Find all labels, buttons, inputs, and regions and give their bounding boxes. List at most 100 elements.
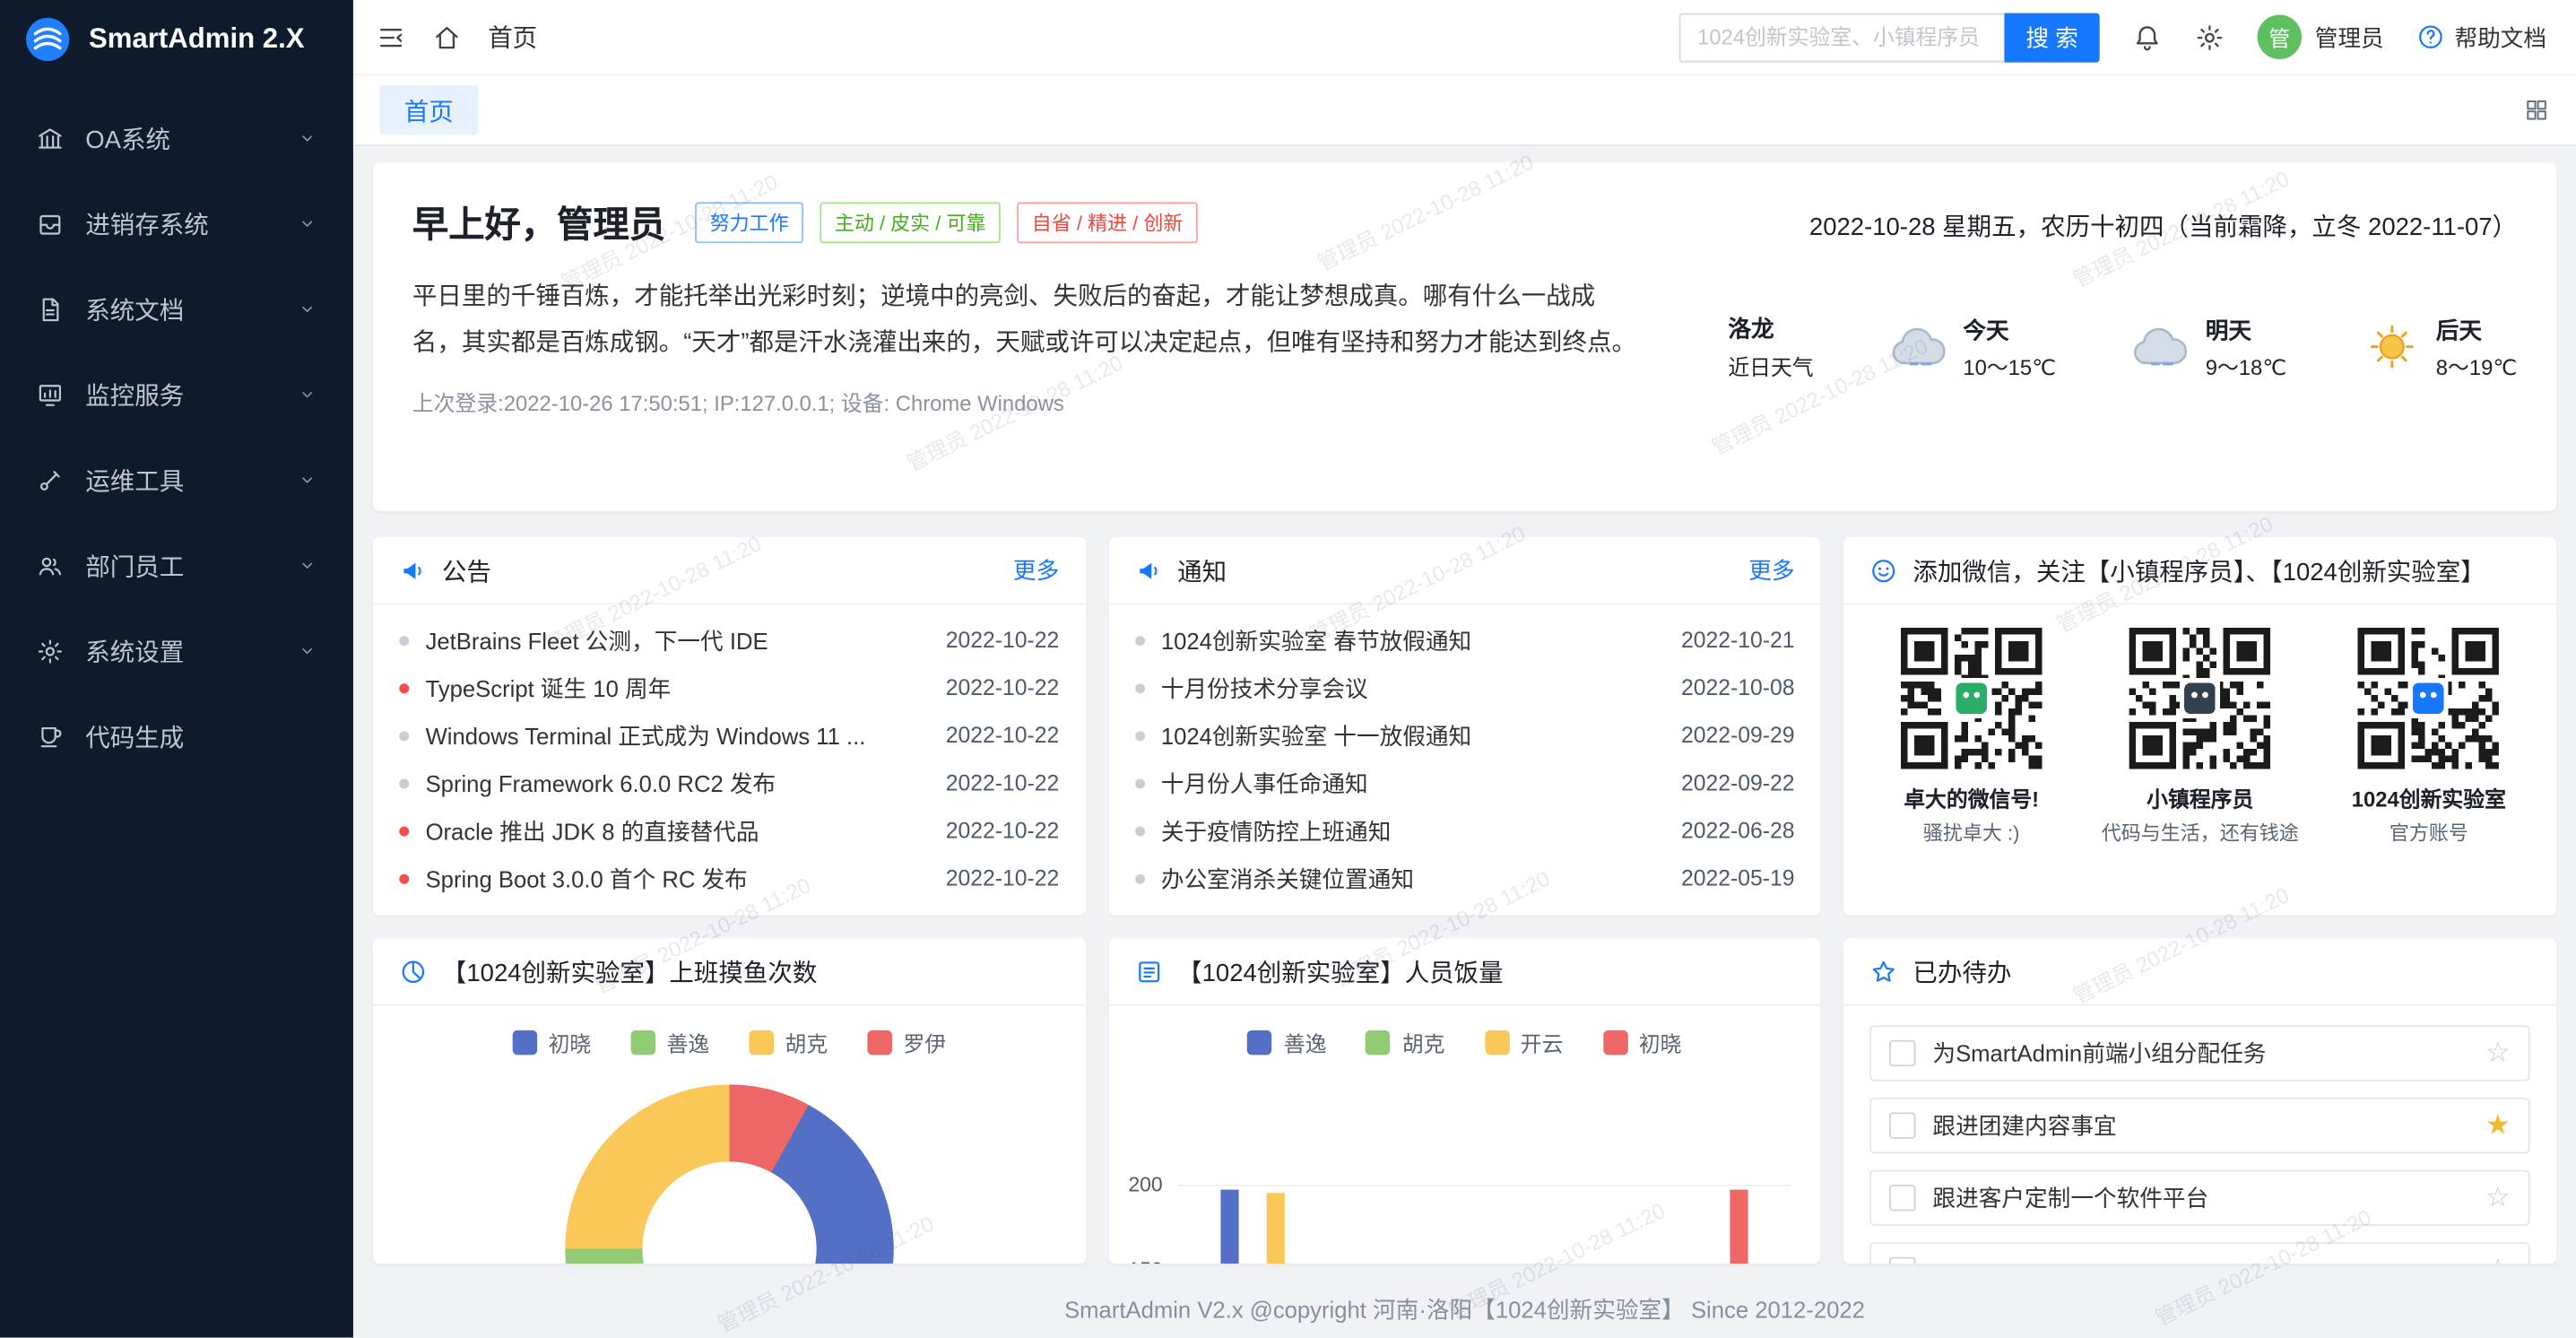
search-input[interactable] (1679, 13, 2005, 62)
item-text: TypeScript 诞生 10 周年 (426, 671, 946, 704)
help-link[interactable]: 帮助文档 (2416, 21, 2546, 54)
home-icon[interactable] (432, 22, 462, 52)
notice-item[interactable]: 十月份技术分享会议2022-10-08 (1135, 664, 1795, 711)
sidebar-item-erp[interactable]: 进销存系统 (0, 181, 353, 266)
todo-checkbox[interactable] (1890, 1040, 1916, 1066)
cards-row-1: 公告 更多 JetBrains Fleet 公测，下一代 IDE2022-10-… (373, 537, 2556, 915)
app-title: SmartAdmin 2.X (89, 23, 305, 56)
announcement-item[interactable]: JetBrains Fleet 公测，下一代 IDE2022-10-22 (399, 616, 1059, 664)
topbar-right: 搜 索 管 管理员 帮助文档 (1679, 13, 2546, 62)
legend-swatch (1248, 1030, 1272, 1055)
todo-star-icon[interactable]: ★ (2485, 1112, 2511, 1140)
legend-item[interactable]: 善逸 (630, 1027, 709, 1058)
item-text: 十月份技术分享会议 (1161, 671, 1681, 704)
notice-item[interactable]: 十月份人事任命通知2022-09-22 (1135, 760, 1795, 807)
search-button[interactable]: 搜 索 (2005, 13, 2100, 62)
todo-list: 为SmartAdmin前端小组分配任务 ☆ 跟进团建内容事宜 ★ 跟进客户定制一个软件平… (1843, 1005, 2556, 1264)
item-date: 2022-05-19 (1681, 866, 1795, 891)
todo-star-icon[interactable]: ☆ (2485, 1184, 2511, 1212)
legend-item[interactable]: 善逸 (1248, 1027, 1327, 1058)
qrcode-caption: 代码与生活，还有钱途 (2102, 818, 2299, 846)
item-date: 2022-10-22 (946, 675, 1060, 699)
todo-item[interactable]: 跟进团建内容事宜 ★ (1870, 1098, 2530, 1153)
weather-row: 洛龙 近日天气 今天10～15℃明天9～18℃后天8～19℃ (1728, 312, 2517, 381)
inbox-icon (36, 210, 64, 238)
todo-checkbox[interactable] (1890, 1257, 1916, 1264)
bell-icon[interactable] (2132, 22, 2162, 52)
notice-item[interactable]: 办公室消杀关键位置通知2022-05-19 (1135, 855, 1795, 902)
todo-item[interactable]: 为SmartAdmin前端小组分配任务 ☆ (1870, 1025, 2530, 1081)
menu-fold-icon[interactable] (377, 22, 406, 52)
announcement-item[interactable]: Windows Terminal 正式成为 Windows 11 ...2022… (399, 711, 1059, 759)
tabbar: 首页 (353, 75, 2576, 146)
sidebar-item-label: OA系统 (85, 121, 170, 155)
donut-chart (565, 1084, 893, 1264)
item-date: 2022-10-22 (946, 628, 1060, 652)
sidebar-item-label: 系统设置 (85, 633, 184, 667)
notice-item[interactable]: 关于疫情防控上班通知2022-06-28 (1135, 807, 1795, 855)
notice-item[interactable]: 1024创新实验室 十一放假通知2022-09-29 (1135, 711, 1795, 759)
todo-star-icon[interactable]: ☆ (2485, 1039, 2511, 1067)
legend-swatch (630, 1030, 655, 1055)
announcement-item[interactable]: Oracle 推出 JDK 8 的直接替代品2022-10-22 (399, 807, 1059, 855)
legend-item[interactable]: 初晓 (512, 1027, 591, 1058)
sidebar-item-codegen[interactable]: 代码生成 (0, 693, 353, 778)
greeting-tags: 努力工作主动 / 皮实 / 可靠自省 / 精进 / 创新 (695, 201, 1198, 242)
weather-day: 明天9～18℃ (2131, 313, 2286, 380)
item-date: 2022-10-21 (1681, 628, 1795, 652)
legend-item[interactable]: 初晓 (1602, 1027, 1681, 1058)
announcement-item[interactable]: Spring Boot 3.0.0 首个 RC 发布2022-10-22 (399, 855, 1059, 902)
legend-item[interactable]: 开云 (1484, 1027, 1563, 1058)
sidebar-item-settings[interactable]: 系统设置 (0, 608, 353, 693)
notice-card: 通知 更多 1024创新实验室 春节放假通知2022-10-21十月份技术分享会… (1108, 537, 1821, 915)
sidebar-item-oa[interactable]: OA系统 (0, 95, 353, 180)
date-line: 2022-10-28 星期五，农历十初四（当前霜降，立冬 2022-11-07） (1809, 209, 2517, 243)
megaphone-icon (1135, 556, 1163, 584)
todo-title: 已办待办 (1912, 954, 2011, 988)
announcement-more-link[interactable]: 更多 (1013, 553, 1059, 586)
bar (1730, 1190, 1748, 1264)
bar-group (1661, 1190, 1748, 1264)
todo-text: 跟进团建内容事宜 (1932, 1109, 2468, 1143)
notice-more-link[interactable]: 更多 (1748, 553, 1794, 586)
user-menu[interactable]: 管 管理员 (2258, 14, 2384, 58)
qrcode-image (2358, 628, 2500, 769)
sidebar-item-docs[interactable]: 系统文档 (0, 266, 353, 352)
item-text: 关于疫情防控上班通知 (1161, 814, 1681, 847)
qrcode-row: 卓大的微信号!骚扰卓大 :)小镇程序员代码与生活，还有钱途1024创新实验室官方… (1843, 604, 2556, 846)
search-box: 搜 索 (1679, 13, 2100, 62)
legend-item[interactable]: 胡克 (1366, 1027, 1445, 1058)
app-logo[interactable]: SmartAdmin 2.X (0, 0, 353, 79)
item-date: 2022-10-22 (946, 818, 1060, 842)
tab-home[interactable]: 首页 (379, 85, 478, 135)
notice-item[interactable]: 1024创新实验室 春节放假通知2022-10-21 (1135, 616, 1795, 664)
breadcrumb[interactable]: 首页 (488, 20, 537, 54)
sidebar-item-employee[interactable]: 部门员工 (0, 523, 353, 608)
todo-checkbox[interactable] (1890, 1185, 1916, 1211)
legend-item[interactable]: 胡克 (749, 1027, 828, 1058)
tab-home-label: 首页 (404, 93, 454, 127)
announcement-item[interactable]: Spring Framework 6.0.0 RC2 发布2022-10-22 (399, 760, 1059, 807)
sidebar-item-ops[interactable]: 运维工具 (0, 437, 353, 522)
legend-item[interactable]: 罗伊 (867, 1027, 946, 1058)
greeting: 早上好，管理员 (412, 195, 665, 248)
bar (1266, 1194, 1284, 1264)
gear-icon[interactable] (2195, 22, 2225, 52)
main-column: 首页 搜 索 管 管理员 帮助文档 首页 (353, 0, 2576, 1337)
announcement-card: 公告 更多 JetBrains Fleet 公测，下一代 IDE2022-10-… (373, 537, 1086, 915)
bar (1220, 1190, 1238, 1264)
layout-grid-icon[interactable] (2523, 97, 2549, 123)
todo-checkbox[interactable] (1890, 1112, 1916, 1138)
announcement-item[interactable]: TypeScript 诞生 10 周年2022-10-22 (399, 664, 1059, 711)
todo-star-icon[interactable]: ☆ (2485, 1256, 2511, 1264)
sidebar-item-monitor[interactable]: 监控服务 (0, 352, 353, 437)
help-label: 帮助文档 (2454, 21, 2546, 54)
chevron-down-icon (298, 470, 317, 490)
todo-text: 为SmartAdmin前端小组分配任务 (1932, 1037, 2468, 1070)
todo-item[interactable]: ☆ (1870, 1242, 2530, 1264)
footer: SmartAdmin V2.x @copyright 河南·洛阳【1024创新实… (353, 1293, 2576, 1326)
item-text: Spring Boot 3.0.0 首个 RC 发布 (426, 862, 946, 895)
greeting-tag: 主动 / 皮实 / 可靠 (820, 201, 1001, 242)
todo-item[interactable]: 跟进客户定制一个软件平台☆ (1870, 1170, 2530, 1226)
cloud-icon (1889, 324, 1948, 369)
